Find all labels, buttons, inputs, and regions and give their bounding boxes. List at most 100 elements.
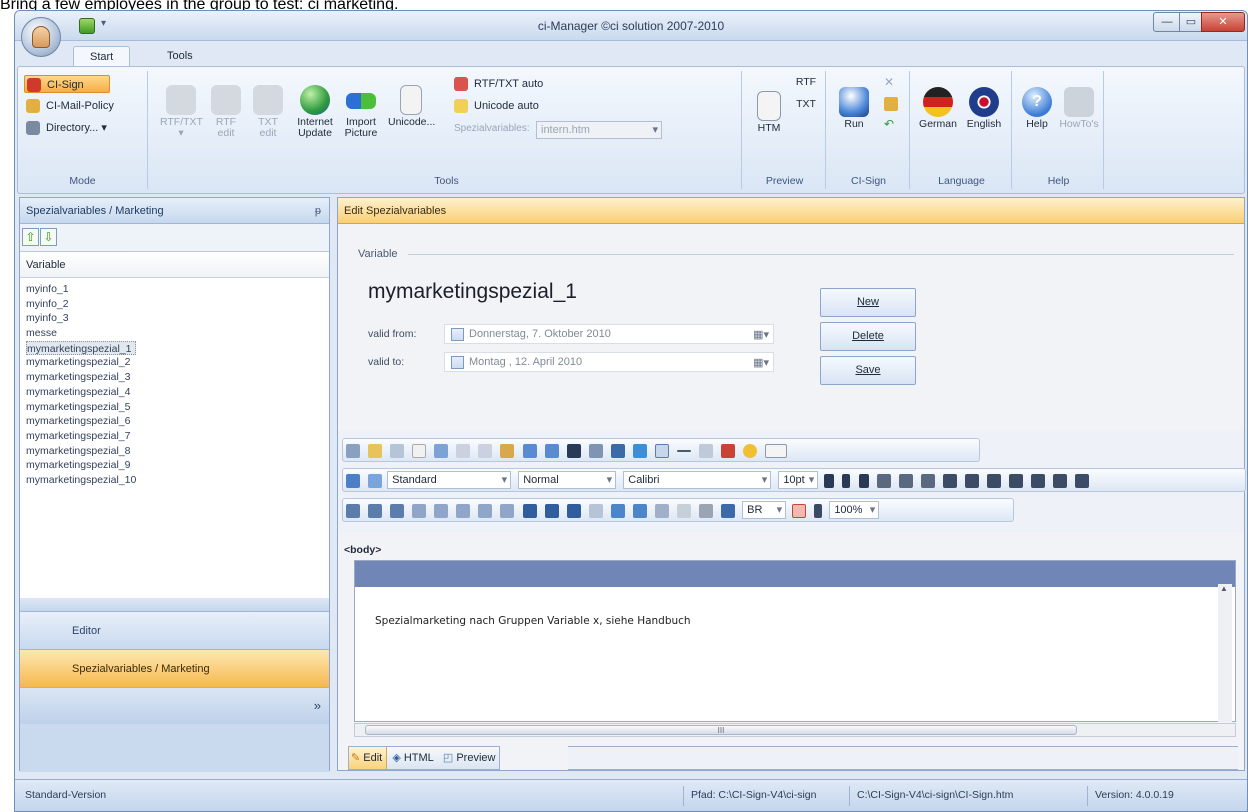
pen-icon[interactable] — [814, 504, 823, 518]
directory-button[interactable]: Directory... ▾ — [24, 119, 107, 137]
bullet-list-icon[interactable] — [1053, 474, 1068, 488]
scroll-up-icon[interactable]: ▲ — [1220, 584, 1228, 593]
variable-list-item[interactable]: mymarketingspezial_10 — [26, 473, 329, 488]
align-right-icon[interactable] — [986, 474, 1001, 488]
strikethrough-icon[interactable] — [876, 474, 891, 488]
italic-icon[interactable] — [842, 474, 851, 488]
maximize-button[interactable]: ▭ — [1179, 12, 1203, 32]
variable-list-item[interactable]: mymarketingspezial_4 — [26, 385, 329, 400]
br-select[interactable]: BR ▾ — [742, 501, 787, 519]
redo-icon[interactable] — [544, 444, 559, 458]
variable-list-item[interactable]: myinfo_1 — [26, 282, 329, 297]
tag-icon[interactable] — [588, 504, 603, 518]
rtf-txt-button[interactable]: RTF/TXT ▾ — [160, 85, 203, 139]
variable-column-header[interactable]: Variable — [20, 252, 329, 278]
find-icon[interactable] — [346, 444, 360, 458]
layer-icon[interactable] — [676, 504, 691, 518]
help-button[interactable]: ? Help — [1020, 87, 1054, 130]
back-arrow-icon[interactable]: ↶ — [884, 117, 898, 131]
html-editor[interactable]: Spezialmarketing nach Gruppen Variable x… — [354, 560, 1236, 722]
copy-icon[interactable] — [478, 444, 493, 458]
close-button[interactable]: ✕ — [1201, 12, 1245, 32]
image-map-icon[interactable] — [610, 504, 625, 518]
cut-icon[interactable] — [456, 444, 471, 458]
rtf-txt-auto-toggle[interactable]: RTF/TXT auto — [452, 75, 543, 93]
superscript-icon[interactable] — [898, 474, 913, 488]
style-icon[interactable] — [346, 474, 360, 488]
move-up-button[interactable]: ⇧ — [22, 228, 39, 246]
move-down-button[interactable]: ⇩ — [40, 228, 57, 246]
ci-mail-policy-button[interactable]: CI-Mail-Policy — [24, 97, 114, 115]
internet-update-button[interactable]: Internet Update — [294, 85, 336, 139]
vertical-scrollbar[interactable]: ▲ — [1218, 584, 1232, 722]
frame-icon[interactable] — [654, 504, 669, 518]
variable-list-item[interactable]: mymarketingspezial_2 — [26, 355, 329, 370]
valid-to-date-picker[interactable]: Montag , 12. April 2010 ▦▾ — [444, 352, 774, 372]
zoom-select[interactable]: 100% ▾ — [829, 501, 880, 519]
horizontal-rule-icon[interactable] — [676, 450, 691, 452]
english-button[interactable]: English — [962, 87, 1006, 130]
variable-list-item[interactable]: mymarketingspezial_6 — [26, 414, 329, 429]
valid-from-date-picker[interactable]: Donnerstag, 7. Oktober 2010 ▦▾ — [444, 324, 774, 344]
table-props-icon[interactable] — [544, 504, 559, 518]
box-icon[interactable] — [654, 444, 669, 458]
variable-list-item[interactable]: myinfo_2 — [26, 297, 329, 312]
link-icon[interactable] — [588, 444, 603, 458]
font-select[interactable]: Calibri ▾ — [623, 471, 772, 489]
split-cells-icon[interactable] — [434, 504, 449, 518]
variable-list-item[interactable]: mymarketingspezial_1 — [26, 340, 329, 356]
underline-icon[interactable] — [858, 474, 869, 488]
spellcheck-icon[interactable] — [434, 444, 449, 458]
nav-editor[interactable]: Editor — [20, 612, 329, 650]
editor-content[interactable]: Spezialmarketing nach Gruppen Variable x… — [375, 615, 691, 627]
import-picture-button[interactable]: Import Picture — [340, 85, 382, 139]
app-orb-button[interactable] — [21, 17, 61, 57]
image-props-icon[interactable] — [632, 504, 647, 518]
insert-icon[interactable] — [721, 504, 736, 518]
spezialvariables-select[interactable]: intern.htm ▾ — [536, 121, 662, 139]
print-icon[interactable] — [368, 444, 383, 458]
unicode-auto-toggle[interactable]: Unicode auto — [452, 97, 539, 115]
unicode-button[interactable]: Unicode... — [388, 85, 435, 128]
preview-txt-button[interactable]: TXT — [794, 99, 818, 110]
wand-icon[interactable] — [884, 97, 898, 111]
table-insert-row-icon[interactable] — [346, 504, 360, 518]
table-icon[interactable] — [522, 504, 537, 518]
tab-html[interactable]: ◈ HTML — [390, 747, 437, 769]
calendar-icon[interactable]: ▦▾ — [753, 354, 769, 372]
clock-icon[interactable] — [743, 444, 758, 458]
minimize-button[interactable]: — — [1153, 12, 1181, 32]
page-icon[interactable] — [412, 444, 427, 458]
form-field-icon[interactable] — [765, 444, 788, 458]
save-button[interactable]: Save — [820, 356, 916, 385]
tab-tools[interactable]: Tools — [151, 46, 209, 67]
delete-button[interactable]: Delete — [820, 322, 916, 351]
background-color-icon[interactable] — [792, 504, 807, 518]
align-left-icon[interactable] — [942, 474, 957, 488]
print-preview-icon[interactable] — [390, 444, 405, 458]
row-up-icon[interactable] — [478, 504, 493, 518]
preview-htm-button[interactable]: HTM — [752, 91, 786, 134]
variable-list-item[interactable]: messe — [26, 326, 329, 341]
preview-rtf-button[interactable]: RTF — [794, 77, 818, 88]
chevron-right-icon[interactable]: » — [314, 698, 321, 713]
valid-from-checkbox[interactable] — [451, 328, 464, 341]
clear-style-icon[interactable] — [368, 474, 383, 488]
undo-icon[interactable] — [522, 444, 537, 458]
paste-icon[interactable] — [500, 444, 515, 458]
tab-start[interactable]: Start — [73, 46, 131, 67]
horizontal-scrollbar[interactable]: III — [354, 723, 1236, 737]
tab-preview[interactable]: ◰ Preview — [441, 747, 500, 769]
german-button[interactable]: German — [916, 87, 960, 130]
variable-list-item[interactable]: mymarketingspezial_8 — [26, 444, 329, 459]
pin-icon[interactable]: ᵽ — [315, 198, 321, 224]
clear-icon[interactable]: ✕ — [884, 75, 898, 89]
justify-icon[interactable] — [1008, 474, 1023, 488]
new-button[interactable]: New — [820, 288, 916, 317]
valid-to-checkbox[interactable] — [451, 356, 464, 369]
cell-props-icon[interactable] — [456, 504, 471, 518]
bold-icon[interactable] — [824, 474, 835, 488]
table-delete-icon[interactable] — [390, 504, 405, 518]
image-icon[interactable] — [632, 444, 647, 458]
howto-button[interactable]: HowTo's — [1058, 87, 1100, 130]
